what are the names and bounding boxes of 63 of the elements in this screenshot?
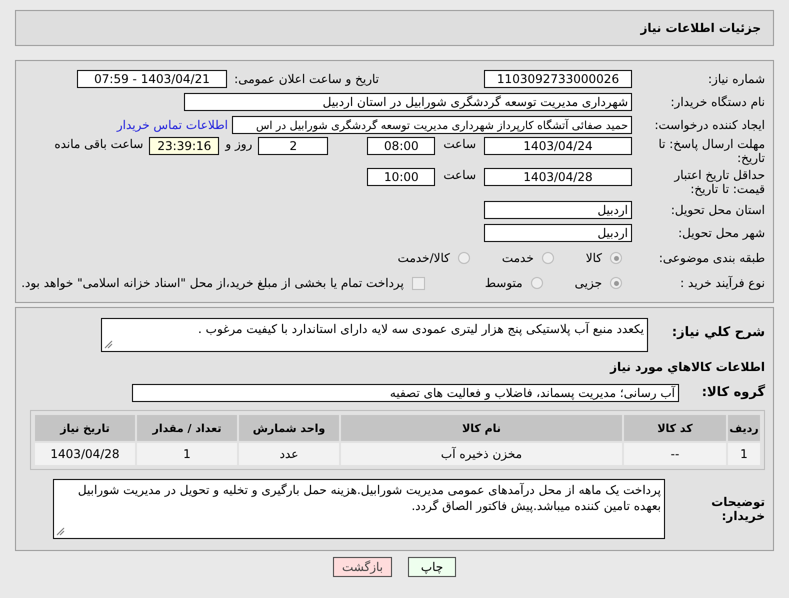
field-label: شهر محل تحویل:	[677, 226, 765, 240]
section-heading: اطلاعات كالاهاي مورد نياز	[610, 360, 765, 374]
radio-label: کالا	[586, 251, 602, 265]
checkbox-label: پرداخت تمام یا بخشی از مبلغ خرید،از محل "اسناد خزانه اسلامی" خواهد بود.	[21, 276, 404, 290]
radio-button[interactable]	[610, 277, 622, 289]
radio-label: متوسط	[484, 276, 523, 290]
field-label: نوع فرآیند خرید :	[679, 276, 765, 290]
days-label: روز و	[225, 137, 252, 151]
field-label: تاریخ و ساعت اعلان عمومی:	[234, 72, 379, 86]
table-cell: --	[624, 443, 726, 465]
table-cell: عدد	[239, 443, 339, 465]
radio-label: جزیی	[574, 276, 602, 290]
field-label: گروه کالا:	[700, 386, 765, 400]
column-header: تعداد / مقدار	[137, 415, 237, 441]
goods-group-field: آب رسانی؛ مدیریت پسماند، فاضلاب و فعالیت های تصفیه	[132, 384, 679, 402]
column-header: تاریخ نیاز	[35, 415, 135, 441]
field-label: نام دستگاه خریدار:	[670, 95, 765, 109]
resize-grip-icon	[56, 527, 65, 536]
field-label: مهلت ارسال پاسخ: تا تاریخ:	[657, 137, 765, 165]
checkbox[interactable]	[412, 276, 425, 290]
date-field: 1403/04/24	[484, 137, 632, 155]
table-cell: 1403/04/28	[35, 443, 135, 465]
table-cell: 1	[137, 443, 237, 465]
field-label: طبقه بندی موضوعی:	[658, 251, 765, 265]
remaining-label: ساعت باقی مانده	[54, 137, 144, 151]
field-label: شماره نیاز:	[707, 72, 765, 86]
countdown-field: 23:39:16	[149, 137, 220, 155]
buyer-notes-field[interactable]: پرداخت یک ماهه از محل درآمدهای عمومی مدیریت شورابیل.هزینه حمل بارگیری و تخلیه و تحویل در مدیریت شورابیل بعهده تامین کننده میباشد.پیش فاکتور الصاق گردد.	[53, 479, 665, 539]
table-cell: مخزن ذخیره آب	[341, 443, 622, 465]
field-label: توضیحات خریدار:	[710, 495, 765, 523]
time-label: ساعت	[443, 137, 476, 151]
radio-button[interactable]	[610, 252, 622, 264]
column-header: نام کالا	[341, 415, 622, 441]
time-field: 10:00	[367, 168, 436, 186]
column-header: واحد شمارش	[239, 415, 339, 441]
print-button[interactable]: چاپ	[408, 557, 456, 577]
announce-date-field: 1403/04/21 - 07:59	[77, 70, 227, 88]
table-cell: 1	[728, 443, 760, 465]
time-field: 08:00	[367, 137, 436, 155]
province-field: اردبیل	[484, 201, 632, 219]
buyer-org-field: شهرداری مدیریت توسعه گردشگری شورابیل در استان اردبیل	[184, 93, 632, 111]
radio-button[interactable]	[542, 252, 554, 264]
description-field[interactable]: یکعدد منبع آب پلاستیکی پنج هزار لیتری عمودی سه لایه دارای استاندارد با کیفیت مرغوب .	[101, 318, 648, 352]
city-field: اردبیل	[484, 224, 632, 242]
need-number-field: 1103092733000026	[484, 70, 632, 88]
radio-button[interactable]	[530, 277, 543, 289]
column-header: ردیف	[728, 415, 760, 441]
radio-label: کالا/خدمت	[398, 251, 450, 265]
column-header: کد کالا	[624, 415, 726, 441]
contact-link[interactable]: اطلاعات تماس خریدار	[116, 118, 228, 132]
back-button[interactable]: بازگشت	[333, 557, 392, 577]
requester-field: حمید صفائی آتشگاه کارپرداز شهرداری مدیریت توسعه گردشگری شورابیل در اس	[232, 116, 632, 134]
resize-grip-icon	[104, 340, 113, 349]
radio-button[interactable]	[458, 252, 470, 264]
field-label: ایجاد کننده درخواست:	[653, 118, 765, 132]
time-label: ساعت	[443, 168, 476, 182]
field-label: حداقل تاریخ اعتبار قیمت: تا تاریخ:	[672, 168, 765, 196]
days-field: 2	[258, 137, 328, 155]
date-field: 1403/04/28	[484, 168, 632, 186]
field-label: شرح كلي نياز:	[670, 326, 765, 340]
field-label: استان محل تحویل:	[670, 203, 765, 217]
page-title: جزئیات اطلاعات نیاز	[640, 21, 761, 35]
radio-label: خدمت	[502, 251, 534, 265]
